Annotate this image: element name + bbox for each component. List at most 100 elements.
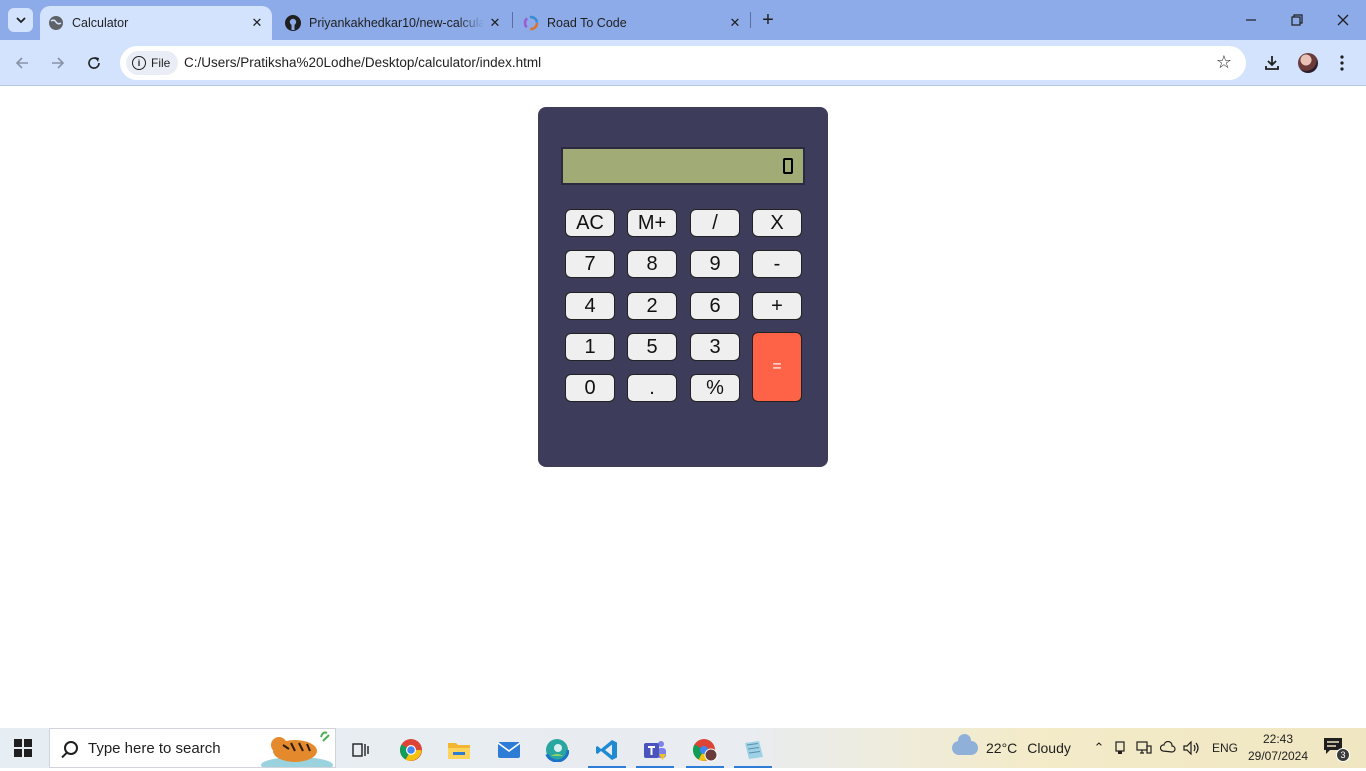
display-cursor (783, 158, 793, 174)
cloud-icon (952, 734, 978, 755)
globe-icon (48, 15, 64, 31)
system-clock[interactable]: 22:43 29/07/2024 (1244, 731, 1312, 765)
start-button[interactable] (0, 730, 46, 766)
calculator-display (561, 147, 805, 185)
windows-logo-icon (14, 739, 32, 757)
key-clear[interactable]: AC (565, 209, 615, 237)
key-memory-plus[interactable]: M+ (627, 209, 677, 237)
teams-icon (644, 741, 666, 760)
taskbar: Type here to search 22°C Cloudy ⌃ ENG 22… (0, 728, 1366, 771)
key-6[interactable]: 6 (690, 292, 740, 320)
chrome-icon (400, 739, 422, 761)
rainbow-ring-icon (523, 15, 539, 31)
downloads-button[interactable] (1258, 49, 1286, 77)
tiger-illustration-icon (257, 729, 335, 771)
notification-center-button[interactable]: 3 (1322, 736, 1350, 762)
tab-separator (512, 12, 513, 28)
new-tab-button[interactable]: + (756, 8, 780, 32)
key-5[interactable]: 5 (627, 333, 677, 361)
browser-menu-button[interactable] (1328, 49, 1356, 77)
key-subtract[interactable]: - (752, 250, 802, 278)
browser-toolbar: i File C:/Users/Pratiksha%20Lodhe/Deskto… (0, 40, 1366, 86)
tab-road-to-code[interactable]: Road To Code ✕ (518, 6, 750, 40)
key-divide[interactable]: / (690, 209, 740, 237)
key-multiply[interactable]: X (752, 209, 802, 237)
close-tab-icon[interactable]: ✕ (484, 12, 506, 34)
kebab-menu-icon (1340, 55, 1344, 71)
key-0[interactable]: 0 (565, 374, 615, 402)
info-icon: i (132, 56, 146, 70)
profile-button[interactable] (1294, 49, 1322, 77)
url-text[interactable]: C:/Users/Pratiksha%20Lodhe/Desktop/calcu… (184, 55, 541, 70)
vscode-button[interactable] (584, 732, 630, 768)
download-icon (1265, 56, 1279, 70)
key-1[interactable]: 1 (565, 333, 615, 361)
arrow-left-icon (15, 57, 28, 69)
key-percent[interactable]: % (690, 374, 740, 402)
plus-icon: + (762, 8, 774, 31)
tab-title: Road To Code (547, 16, 627, 30)
clock-time: 22:43 (1262, 732, 1294, 746)
scheme-label: File (151, 56, 171, 70)
taskbar-search-box[interactable]: Type here to search (49, 728, 336, 771)
notepad-icon (745, 741, 763, 759)
browser-tab-strip: Calculator ✕ Priyankakhedkar10/new-calcu… (0, 0, 1366, 40)
weather-widget[interactable]: 22°C Cloudy (952, 728, 1071, 768)
back-button[interactable] (8, 49, 36, 77)
task-view-button[interactable] (338, 732, 384, 768)
minimize-icon (1246, 19, 1256, 21)
volume-icon[interactable] (1180, 741, 1204, 755)
tab-separator (750, 12, 751, 28)
search-icon (64, 741, 78, 755)
language-indicator[interactable]: ENG (1212, 741, 1238, 755)
mail-button[interactable] (486, 732, 532, 768)
weather-condition: Cloudy (1027, 740, 1071, 756)
key-decimal[interactable]: . (627, 374, 677, 402)
key-3[interactable]: 3 (690, 333, 740, 361)
key-add[interactable]: + (752, 292, 802, 320)
site-info-chip[interactable]: i File (126, 51, 179, 75)
key-equals[interactable]: = (752, 332, 802, 402)
bookmark-star-icon[interactable]: ☆ (1216, 52, 1232, 73)
notepad-button[interactable] (730, 732, 776, 768)
key-4[interactable]: 4 (565, 292, 615, 320)
github-icon (285, 15, 301, 31)
tab-github[interactable]: Priyankakhedkar10/new-calcula ✕ (280, 6, 510, 40)
edge-button[interactable] (534, 732, 580, 768)
key-8[interactable]: 8 (627, 250, 677, 278)
key-9[interactable]: 9 (690, 250, 740, 278)
tab-title: Priyankakhedkar10/new-calcula (309, 16, 484, 30)
tab-calculator[interactable]: Calculator ✕ (40, 6, 272, 40)
forward-button[interactable] (44, 49, 72, 77)
key-2[interactable]: 2 (627, 292, 677, 320)
tab-search-button[interactable] (8, 8, 33, 32)
usb-device-icon[interactable] (1108, 741, 1132, 755)
chrome-profile-taskbar-button[interactable] (682, 732, 728, 768)
folder-icon (448, 743, 470, 759)
close-tab-icon[interactable]: ✕ (724, 12, 746, 34)
clock-date: 29/07/2024 (1247, 749, 1309, 763)
close-window-button[interactable] (1320, 0, 1366, 40)
mail-icon (497, 742, 521, 758)
minimize-button[interactable] (1228, 0, 1274, 40)
restore-button[interactable] (1274, 0, 1320, 40)
file-explorer-button[interactable] (436, 732, 482, 768)
chevron-up-icon[interactable]: ⌃ (1090, 740, 1108, 756)
chrome-taskbar-button[interactable] (388, 732, 434, 768)
close-tab-icon[interactable]: ✕ (246, 12, 268, 34)
address-bar[interactable]: i File C:/Users/Pratiksha%20Lodhe/Deskto… (120, 46, 1246, 80)
system-tray: ⌃ ENG (1090, 728, 1238, 768)
network-icon[interactable] (1132, 741, 1156, 755)
close-icon (1337, 14, 1349, 26)
edge-icon (545, 738, 569, 762)
restore-icon (1291, 14, 1303, 26)
calculator: = AC M+ / X 7 8 9- 4 2 6 +1 5 3 0.% (538, 107, 828, 467)
reload-button[interactable] (80, 49, 108, 77)
key-7[interactable]: 7 (565, 250, 615, 278)
avatar (1298, 53, 1318, 73)
teams-button[interactable] (632, 732, 678, 768)
cloud-sync-icon[interactable] (1156, 741, 1180, 755)
task-view-icon (352, 743, 369, 757)
notification-count-badge: 3 (1336, 748, 1350, 762)
chevron-down-icon (15, 17, 26, 24)
